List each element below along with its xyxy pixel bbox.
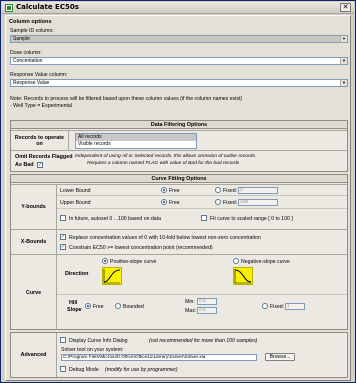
direction-row: Direction Positive-slope curve Negative-… [57, 255, 347, 295]
lower-free-label: Free [169, 188, 180, 194]
response-column-value: Response Value [13, 80, 50, 86]
upper-fixed-input[interactable]: 100 [238, 199, 278, 206]
records-listbox[interactable]: All records Visible records [75, 133, 197, 149]
column-options-heading: Column options [9, 19, 52, 25]
hill-free-label: Free [93, 304, 104, 310]
y-bounds-label: Y-bounds [11, 185, 57, 229]
records-option-visible[interactable]: Visible records [76, 141, 196, 148]
omit-row: Omit Records Flagged As Bad ✓ Independen… [11, 150, 347, 172]
omit-requirement: Requires a column named FLAG with value … [87, 161, 240, 166]
upper-free-radio[interactable] [161, 199, 167, 205]
lower-free-radio[interactable] [161, 187, 167, 193]
upper-free-label: Free [169, 200, 180, 206]
display-info-note: (not recommended for more than 100 sampl… [149, 338, 258, 344]
positive-slope-curve-icon [102, 267, 122, 285]
hill-bounded-radio[interactable] [115, 303, 121, 309]
direction-label: Direction [65, 271, 89, 277]
slope-label: Slope [67, 307, 82, 313]
x-bounds-row: X-Bounds ✓ Replace concentration values … [11, 229, 347, 254]
hill-fixed-input[interactable]: 1 [285, 303, 305, 310]
negative-slope-radio[interactable] [233, 258, 239, 264]
lower-fixed-label: Fixed: [223, 188, 238, 194]
omit-flagged-label: Omit Records Flagged [15, 154, 73, 160]
hill-label: Hill [69, 300, 78, 306]
debug-mode-label: Debug Mode [69, 367, 99, 373]
display-info-label: Display Curve Info Dialog [69, 338, 128, 344]
hill-bounded-label: Bounded [123, 304, 144, 310]
calculate-ec50s-dialog: Calculate EC50s ✕ Column options Sample … [0, 0, 356, 383]
window-title: Calculate EC50s [16, 3, 79, 11]
negative-slope-curve-icon [233, 267, 253, 285]
hill-min-label: Min: [185, 299, 195, 305]
constrain-ec50-checkbox[interactable]: ✓ [60, 244, 66, 250]
chevron-down-icon[interactable]: ▼ [340, 36, 347, 42]
advanced-panel: Advanced Display Curve Info Dialog (not … [10, 332, 348, 378]
curve-label: Curve [11, 255, 57, 330]
data-filtering-panel: Data Filtering Options Records to operat… [10, 120, 348, 172]
excel-app-icon [5, 4, 13, 12]
y-bounds-row: Y-bounds Lower Bound Free Fixed: 0 Upper… [11, 184, 347, 229]
sample-id-value: Sample [13, 36, 30, 42]
hill-fixed-radio[interactable] [262, 303, 268, 309]
hill-slope-row: Hill Slope Free Bounded Min: 0.5 Max: 0.… [57, 295, 347, 330]
response-column-label: Response Value column: [10, 72, 68, 78]
dialog-content: Column options Sample ID column: Sample … [5, 15, 351, 381]
positive-slope-label: Positive-slope curve [110, 259, 157, 265]
debug-mode-checkbox[interactable] [60, 366, 66, 372]
records-row: Records to operate on All records Visibl… [11, 130, 347, 150]
lower-fixed-input[interactable]: 0 [238, 187, 278, 194]
dose-column-label: Dose column: [10, 50, 42, 56]
autoset-checkbox[interactable] [60, 215, 66, 221]
hill-min-input[interactable]: 0.5 [197, 298, 217, 305]
chevron-down-icon[interactable]: ▼ [340, 58, 347, 64]
omit-flagged-checkbox[interactable]: ✓ [37, 162, 43, 168]
lower-fixed-radio[interactable] [215, 187, 221, 193]
dose-column-select[interactable]: Concentation ▼ [10, 57, 348, 65]
filter-note: Note: Records to process will be filtere… [10, 96, 243, 102]
lower-bound-row: Lower Bound Free Fixed: 0 [57, 185, 347, 196]
hill-max-label: Max: [185, 308, 197, 314]
hill-free-radio[interactable] [85, 303, 91, 309]
lower-bound-label: Lower Bound [60, 188, 91, 194]
solver-path-label: Solver tool on your system: [61, 347, 124, 353]
curve-fitting-heading: Curve Fitting Options [11, 175, 347, 183]
upper-fixed-label: Fixed: [223, 200, 238, 206]
curve-row: Curve Direction Positive-slope curve Neg… [11, 254, 347, 330]
browse-button[interactable]: Browse... [265, 353, 295, 361]
dose-column-value: Concentation [13, 58, 43, 64]
positive-slope-radio[interactable] [102, 258, 108, 264]
autoset-label: In future, autoset 0 ...100 based on dat… [69, 216, 162, 222]
curve-fitting-panel: Curve Fitting Options Y-bounds Lower Bou… [10, 174, 348, 330]
fit-scaled-checkbox[interactable] [201, 215, 207, 221]
fit-scaled-label: Fit curve to scaled range [ 0 to 100 ] [210, 216, 293, 222]
advanced-label: Advanced [11, 333, 57, 377]
upper-fixed-radio[interactable] [215, 199, 221, 205]
omit-as-bad-label: As Bad [15, 162, 34, 168]
upper-bound-label: Upper Bound [60, 200, 91, 206]
replace-zero-label: Replace concentration values of 0 with 1… [69, 235, 261, 241]
upper-bound-row: Upper Bound Free Fixed: 100 [57, 196, 347, 209]
filter-note-well-type: - Well Type = Experimental [10, 103, 72, 109]
replace-zero-checkbox[interactable]: ✓ [60, 234, 66, 240]
hill-fixed-label: Fixed: [270, 304, 285, 310]
title-bar[interactable]: Calculate EC50s ✕ [2, 2, 354, 14]
hill-max-input[interactable]: 0.5 [197, 307, 217, 314]
omit-description: Independent of using All or Selected rec… [75, 154, 257, 159]
response-column-select[interactable]: Response Value ▼ [10, 79, 348, 87]
solver-path-input[interactable]: C:\Program Files\Microsoft Office\Office… [61, 354, 257, 361]
data-filtering-heading: Data Filtering Options [11, 121, 347, 129]
debug-mode-note: (modify for use by programmer) [105, 367, 178, 373]
chevron-down-icon[interactable]: ▼ [340, 80, 347, 86]
x-bounds-label: X-Bounds [11, 230, 57, 254]
negative-slope-label: Negative-slope curve [241, 259, 290, 265]
sample-id-select[interactable]: Sample ▼ [10, 35, 348, 43]
display-info-checkbox[interactable] [60, 337, 66, 343]
close-button[interactable]: ✕ [340, 3, 351, 12]
records-label: Records to operate on [11, 131, 69, 150]
constrain-ec50-label: Constrain EC50 >= lowest concentration p… [69, 245, 213, 251]
sample-id-label: Sample ID column: [10, 28, 54, 34]
